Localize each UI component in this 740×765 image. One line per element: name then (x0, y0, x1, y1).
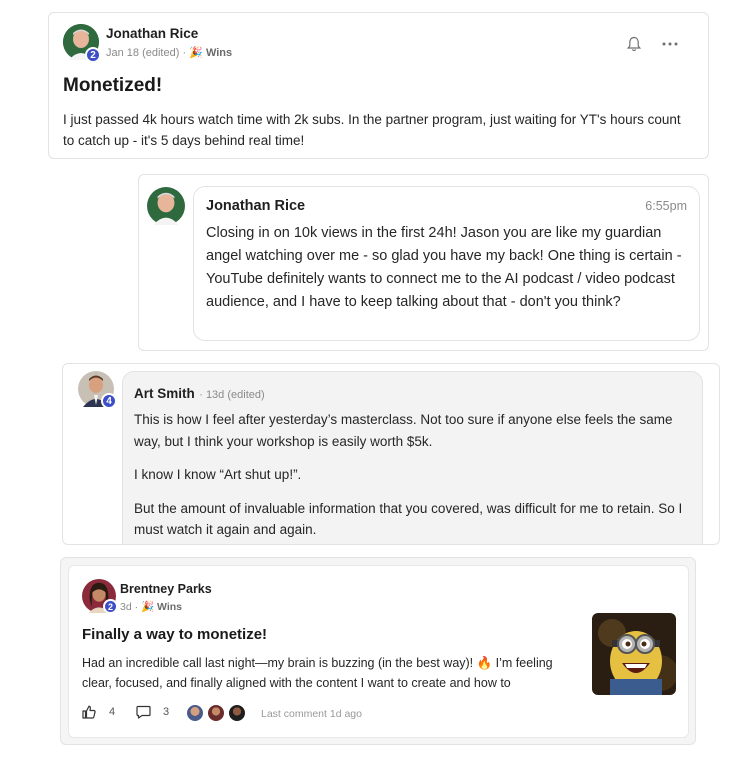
comment-card: 4 Art Smith · 13d (edited) This is how I… (62, 363, 720, 545)
author-name[interactable]: Art Smith (134, 386, 195, 401)
comment-header: Art Smith · 13d (edited) (134, 386, 265, 401)
comment-body: This is how I feel after yesterday’s mas… (134, 409, 699, 544)
comment-paragraph: This is how I feel after yesterday’s mas… (134, 412, 673, 449)
like-button[interactable]: 4 (82, 705, 115, 719)
author-name[interactable]: Jonathan Rice (106, 26, 198, 41)
category-link[interactable]: Wins (157, 601, 182, 613)
level-badge: 2 (85, 47, 101, 63)
post-body: I just passed 4k hours watch time with 2… (63, 112, 681, 148)
like-count: 4 (109, 706, 116, 718)
comment-paragraph: I know I know “Art shut up!”. (134, 467, 302, 482)
comment-meta: 13d (edited) (205, 389, 265, 401)
post-body: Had an incredible call last night—my bra… (82, 656, 553, 690)
post-title[interactable]: Monetized! (63, 75, 162, 97)
comment-count: 3 (163, 706, 170, 718)
avatar[interactable] (147, 187, 185, 225)
comment-bubble: Art Smith · 13d (edited) This is how I f… (122, 371, 703, 544)
bell-icon[interactable] (625, 35, 643, 53)
last-comment-time: Last comment 1d ago (261, 708, 362, 720)
more-horizontal-icon[interactable] (659, 35, 681, 53)
comment-bubble: Jonathan Rice 6:55pm Closing in on 10k v… (193, 186, 700, 341)
commenter-avatar[interactable] (227, 703, 247, 723)
post-preview-container: 2 Brentney Parks 3d · 🎉 Wins Finally a w… (60, 557, 696, 745)
post-date: 3d (120, 601, 132, 613)
thumbs-up-icon (82, 705, 96, 719)
comment-button[interactable]: 3 (136, 705, 169, 719)
post-meta: 3d · 🎉 Wins (120, 601, 183, 613)
post-card[interactable]: 2 Jonathan Rice Jan 18 (edited) · 🎉 Wins… (48, 12, 709, 159)
author-name[interactable]: Brentney Parks (120, 582, 212, 596)
level-badge: 2 (103, 599, 118, 614)
post-date: Jan 18 (edited) (106, 47, 180, 59)
party-icon: 🎉 (141, 601, 155, 613)
comment-card: Jonathan Rice 6:55pm Closing in on 10k v… (138, 174, 709, 351)
comment-icon (136, 705, 151, 719)
author-name[interactable]: Jonathan Rice (206, 198, 305, 214)
post-meta: Jan 18 (edited) · 🎉 Wins (106, 47, 233, 59)
minion-image (592, 613, 676, 695)
comment-paragraph: But the amount of invaluable information… (134, 500, 683, 538)
post-title[interactable]: Finally a way to monetize! (82, 626, 267, 643)
post-thumbnail[interactable] (592, 613, 676, 695)
category-link[interactable]: Wins (206, 47, 232, 59)
avatar-photo (147, 187, 185, 225)
commenter-avatar[interactable] (185, 703, 205, 723)
comment-body: Closing in on 10k views in the first 24h… (206, 225, 682, 310)
comment-time: 6:55pm (645, 199, 687, 213)
commenter-avatar[interactable] (206, 703, 226, 723)
level-badge: 4 (101, 393, 117, 409)
party-icon: 🎉 (189, 47, 203, 59)
post-card[interactable]: 2 Brentney Parks 3d · 🎉 Wins Finally a w… (68, 565, 689, 738)
